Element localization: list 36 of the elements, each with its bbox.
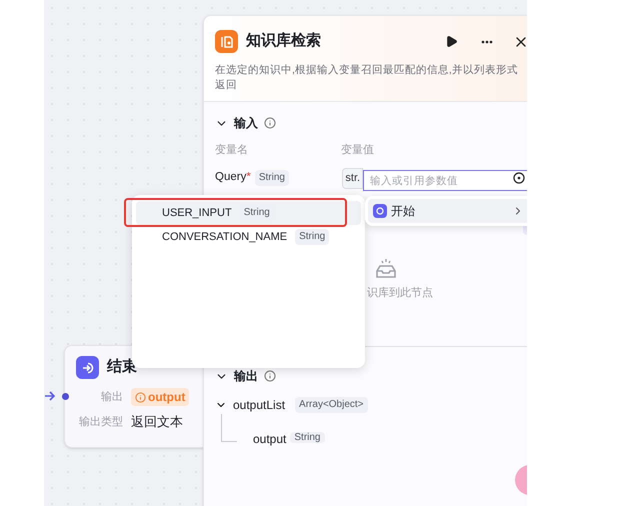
warning-icon	[135, 392, 146, 402]
field-label: 输出类型	[78, 414, 123, 430]
play-icon	[444, 35, 458, 48]
field-value: 返回文本	[131, 413, 183, 431]
output-warning-tag: output	[131, 388, 190, 406]
reference-icon[interactable]	[513, 172, 525, 184]
type-tag: String	[290, 432, 324, 443]
connection-arrow-icon	[44, 389, 56, 403]
info-icon	[264, 370, 276, 382]
empty-hint: 识库到此节点	[367, 286, 433, 300]
required-mark: *	[246, 170, 251, 186]
knowledge-icon	[215, 30, 238, 53]
empty-box-icon	[375, 256, 397, 280]
variable-name: Query	[215, 170, 246, 186]
exit-icon	[76, 356, 99, 379]
more-icon	[481, 40, 493, 44]
input-port	[62, 393, 69, 400]
field-label: 输出	[100, 390, 123, 405]
value-mode-select[interactable]: str.	[342, 168, 364, 188]
type-tag: Array<Object>	[295, 397, 368, 413]
start-icon	[373, 204, 387, 218]
output-name: outputList	[233, 397, 286, 414]
start-node-item[interactable]: 开始	[368, 199, 527, 223]
tree-line	[221, 414, 237, 442]
column-header: 变量名	[215, 142, 249, 158]
output-name: output	[253, 431, 286, 448]
input-section-toggle[interactable]: 输入	[215, 114, 276, 132]
value-input[interactable]: 输入或引用参数值	[363, 170, 527, 191]
variable-menu-item[interactable]: USER_INPUT String	[136, 201, 361, 225]
column-header: 变量值	[341, 142, 374, 158]
panel-title: 知识库检索	[246, 31, 321, 52]
variable-menu-item[interactable]: CONVERSATION_NAME String	[136, 225, 361, 249]
panel-description: 在选定的知识中,根据输入变量召回最匹配的信息,并以列表形式返回	[215, 63, 519, 93]
info-icon	[264, 117, 276, 129]
type-tag: String	[254, 170, 289, 186]
output-section-toggle[interactable]: 输出	[215, 367, 276, 385]
